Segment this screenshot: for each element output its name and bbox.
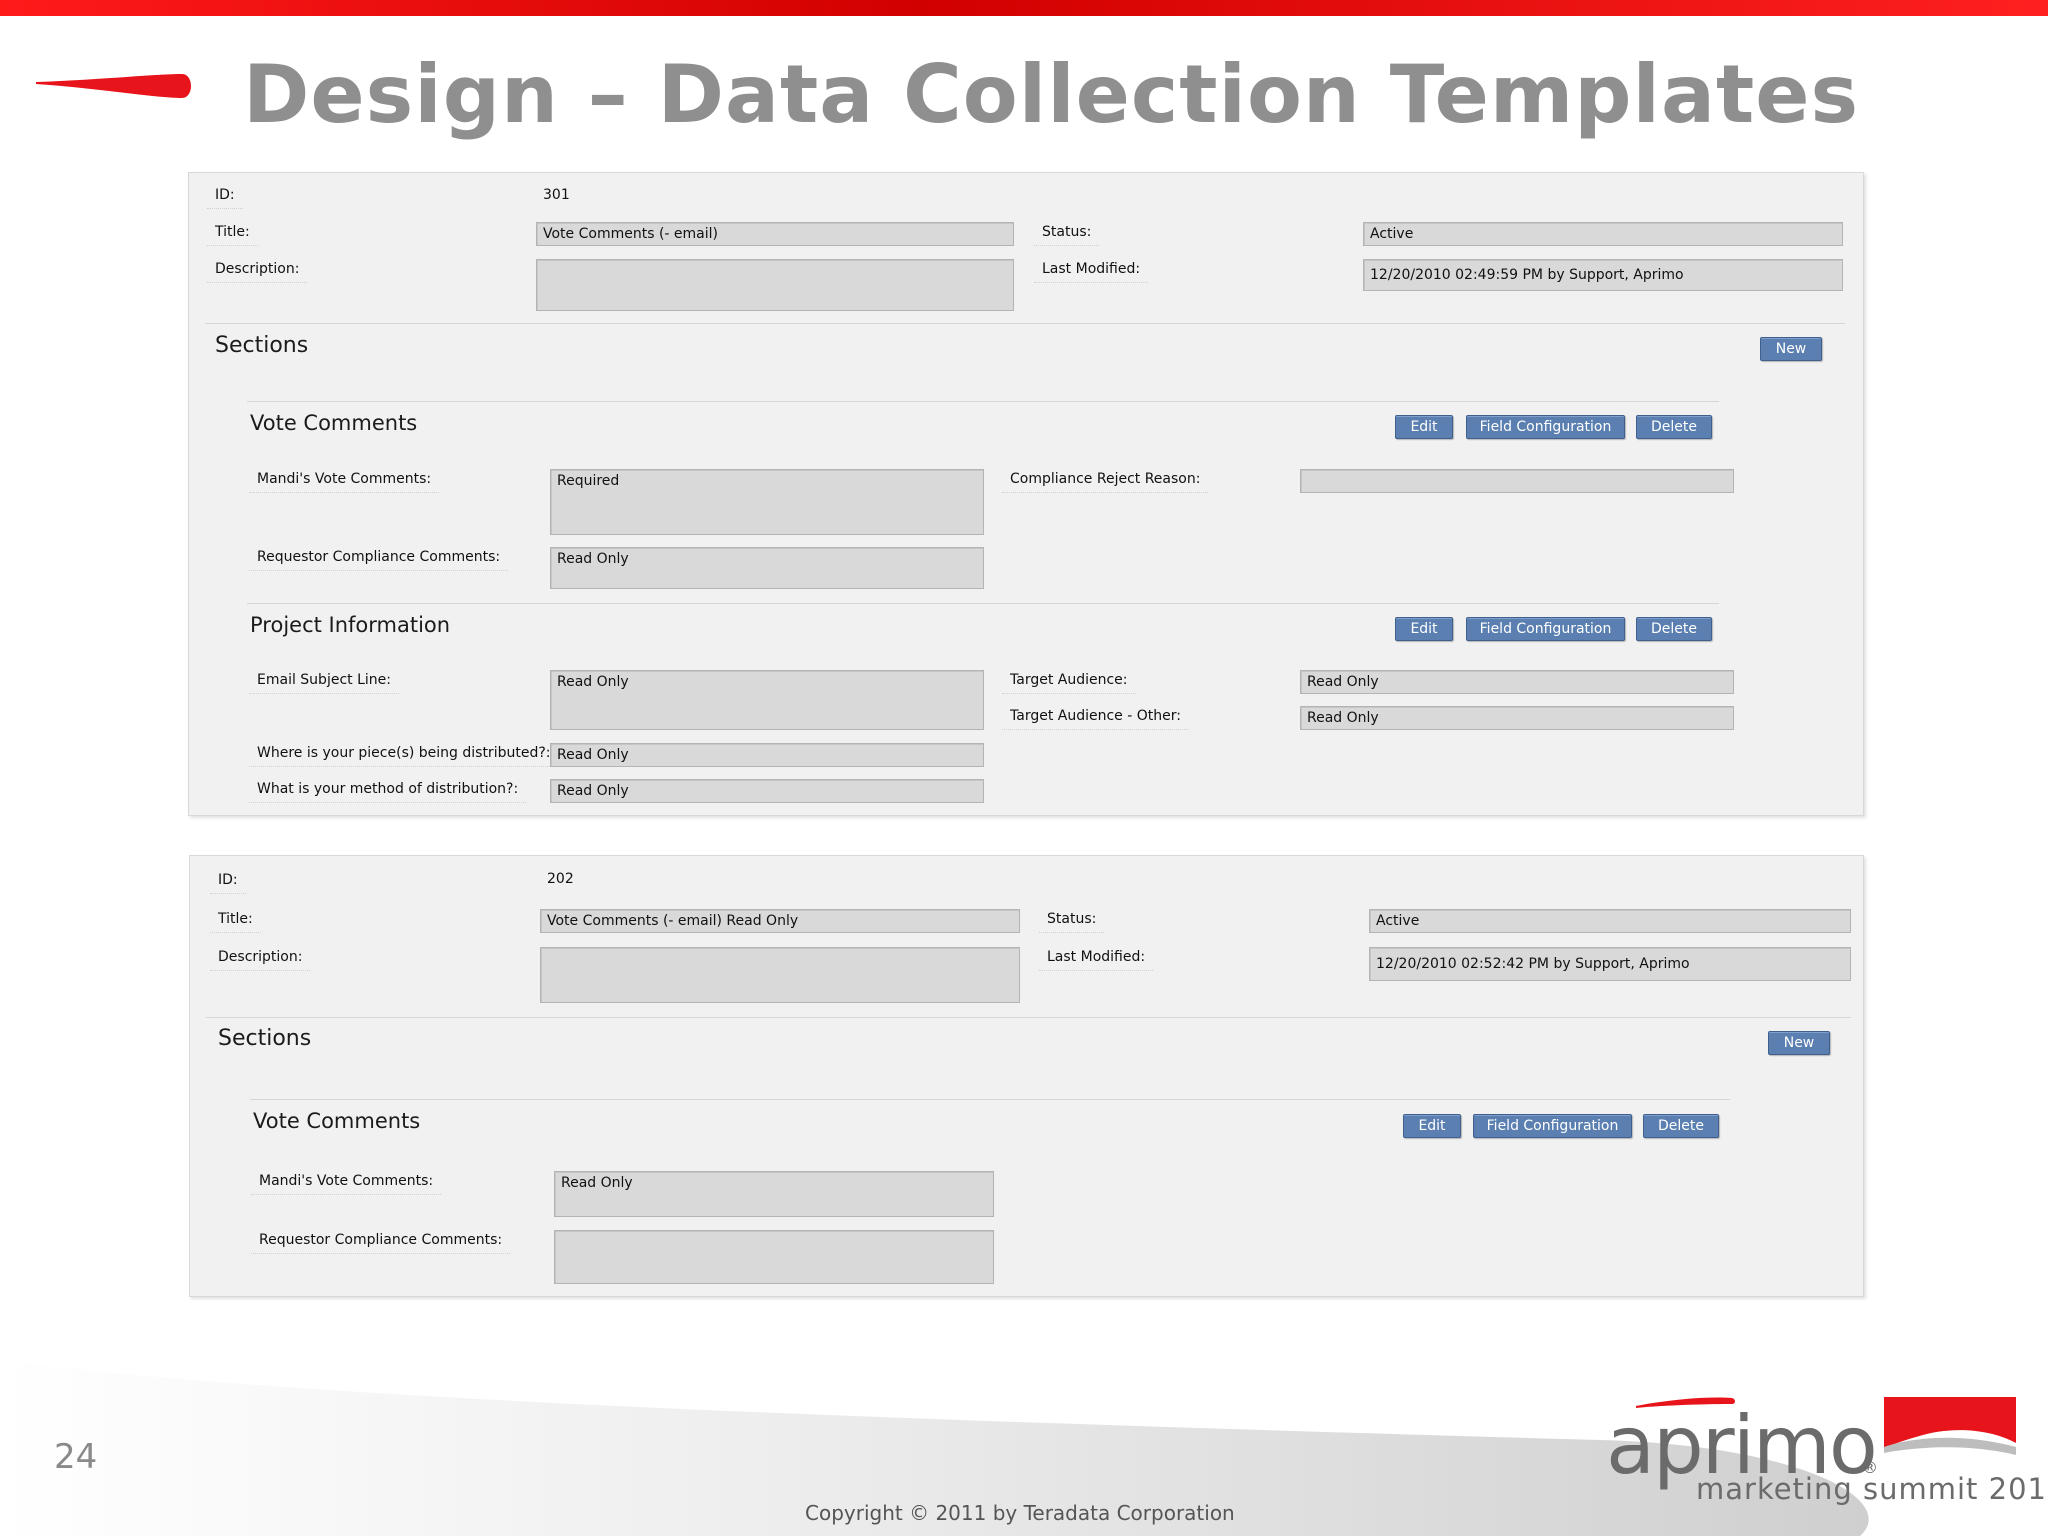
divider	[247, 603, 1719, 604]
id-value: 202	[547, 871, 574, 887]
project-information-heading: Project Information	[250, 613, 451, 637]
distribution-method-field[interactable]: Read Only	[550, 779, 984, 803]
requestor-compliance-comments-field[interactable]: Read Only	[550, 547, 984, 589]
title-label: Title:	[207, 224, 258, 246]
field-configuration-button[interactable]: Field Configuration	[1466, 617, 1625, 641]
delete-button[interactable]: Delete	[1636, 617, 1712, 641]
description-field[interactable]	[536, 259, 1014, 311]
last-modified-field[interactable]: 12/20/2010 02:52:42 PM by Support, Aprim…	[1369, 947, 1851, 981]
sections-heading: Sections	[215, 333, 309, 358]
slide-number: 24	[54, 1437, 98, 1477]
compliance-reject-reason-field[interactable]	[1300, 469, 1734, 493]
divider	[205, 323, 1845, 324]
field-configuration-button[interactable]: Field Configuration	[1466, 415, 1625, 439]
requestor-compliance-comments-label: Requestor Compliance Comments:	[250, 1232, 511, 1254]
title-label: Title:	[210, 911, 261, 933]
aprimo-logo: aprimo ® marketing summit 2012	[1606, 1392, 2048, 1512]
divider	[206, 1017, 1851, 1018]
delete-button[interactable]: Delete	[1643, 1114, 1719, 1138]
id-value: 301	[543, 187, 570, 203]
template-panel-202: ID: 202 Title: Vote Comments (- email) R…	[189, 855, 1864, 1297]
sections-heading: Sections	[218, 1026, 312, 1051]
status-label: Status:	[1033, 224, 1100, 246]
last-modified-field[interactable]: 12/20/2010 02:49:59 PM by Support, Aprim…	[1363, 259, 1843, 291]
logo-flag-icon	[1884, 1397, 2016, 1455]
new-section-button[interactable]: New	[1760, 337, 1822, 361]
field-configuration-button[interactable]: Field Configuration	[1473, 1114, 1632, 1138]
status-field[interactable]: Active	[1369, 909, 1851, 933]
status-label: Status:	[1038, 911, 1105, 933]
top-accent-bar	[0, 0, 2048, 16]
title-field[interactable]: Vote Comments (- email)	[536, 222, 1014, 246]
edit-button[interactable]: Edit	[1395, 415, 1453, 439]
edit-button[interactable]: Edit	[1403, 1114, 1461, 1138]
description-label: Description:	[206, 261, 308, 283]
requestor-compliance-comments-label: Requestor Compliance Comments:	[248, 549, 509, 571]
requestor-compliance-comments-field[interactable]	[554, 1230, 994, 1284]
target-audience-other-label: Target Audience - Other:	[1002, 708, 1189, 730]
copyright-text: Copyright © 2011 by Teradata Corporation	[805, 1501, 1235, 1525]
title-field[interactable]: Vote Comments (- email) Read Only	[540, 909, 1020, 933]
slide-title: Design – Data Collection Templates	[243, 48, 1860, 141]
id-label: ID:	[207, 187, 243, 209]
vote-comments-heading: Vote Comments	[250, 411, 418, 435]
divider	[250, 1099, 1730, 1100]
target-audience-label: Target Audience:	[1002, 672, 1136, 694]
red-swoosh-decoration	[36, 74, 191, 98]
distribution-location-label: Where is your piece(s) being distributed…	[248, 745, 559, 767]
description-label: Description:	[209, 949, 311, 971]
compliance-reject-reason-label: Compliance Reject Reason:	[1001, 471, 1209, 493]
edit-button[interactable]: Edit	[1395, 617, 1453, 641]
new-section-button[interactable]: New	[1768, 1031, 1830, 1055]
mandi-vote-comments-field[interactable]: Read Only	[554, 1171, 994, 1217]
mandi-vote-comments-label: Mandi's Vote Comments:	[248, 471, 440, 493]
distribution-method-label: What is your method of distribution?:	[248, 781, 527, 803]
target-audience-other-field[interactable]: Read Only	[1300, 706, 1734, 730]
template-panel-301: ID: 301 Title: Vote Comments (- email) S…	[188, 172, 1864, 816]
id-label: ID:	[210, 872, 246, 894]
vote-comments-heading: Vote Comments	[253, 1109, 421, 1133]
target-audience-field[interactable]: Read Only	[1300, 670, 1734, 694]
email-subject-line-field[interactable]: Read Only	[550, 670, 984, 730]
email-subject-line-label: Email Subject Line:	[249, 672, 399, 694]
delete-button[interactable]: Delete	[1636, 415, 1712, 439]
last-modified-label: Last Modified:	[1033, 261, 1149, 283]
description-field[interactable]	[540, 947, 1020, 1003]
mandi-vote-comments-label: Mandi's Vote Comments:	[250, 1173, 442, 1195]
logo-tagline: marketing summit 2012	[1696, 1472, 2048, 1506]
status-field[interactable]: Active	[1363, 222, 1843, 246]
last-modified-label: Last Modified:	[1038, 949, 1154, 971]
distribution-location-field[interactable]: Read Only	[550, 743, 984, 767]
mandi-vote-comments-field[interactable]: Required	[550, 469, 984, 535]
divider	[247, 401, 1719, 402]
